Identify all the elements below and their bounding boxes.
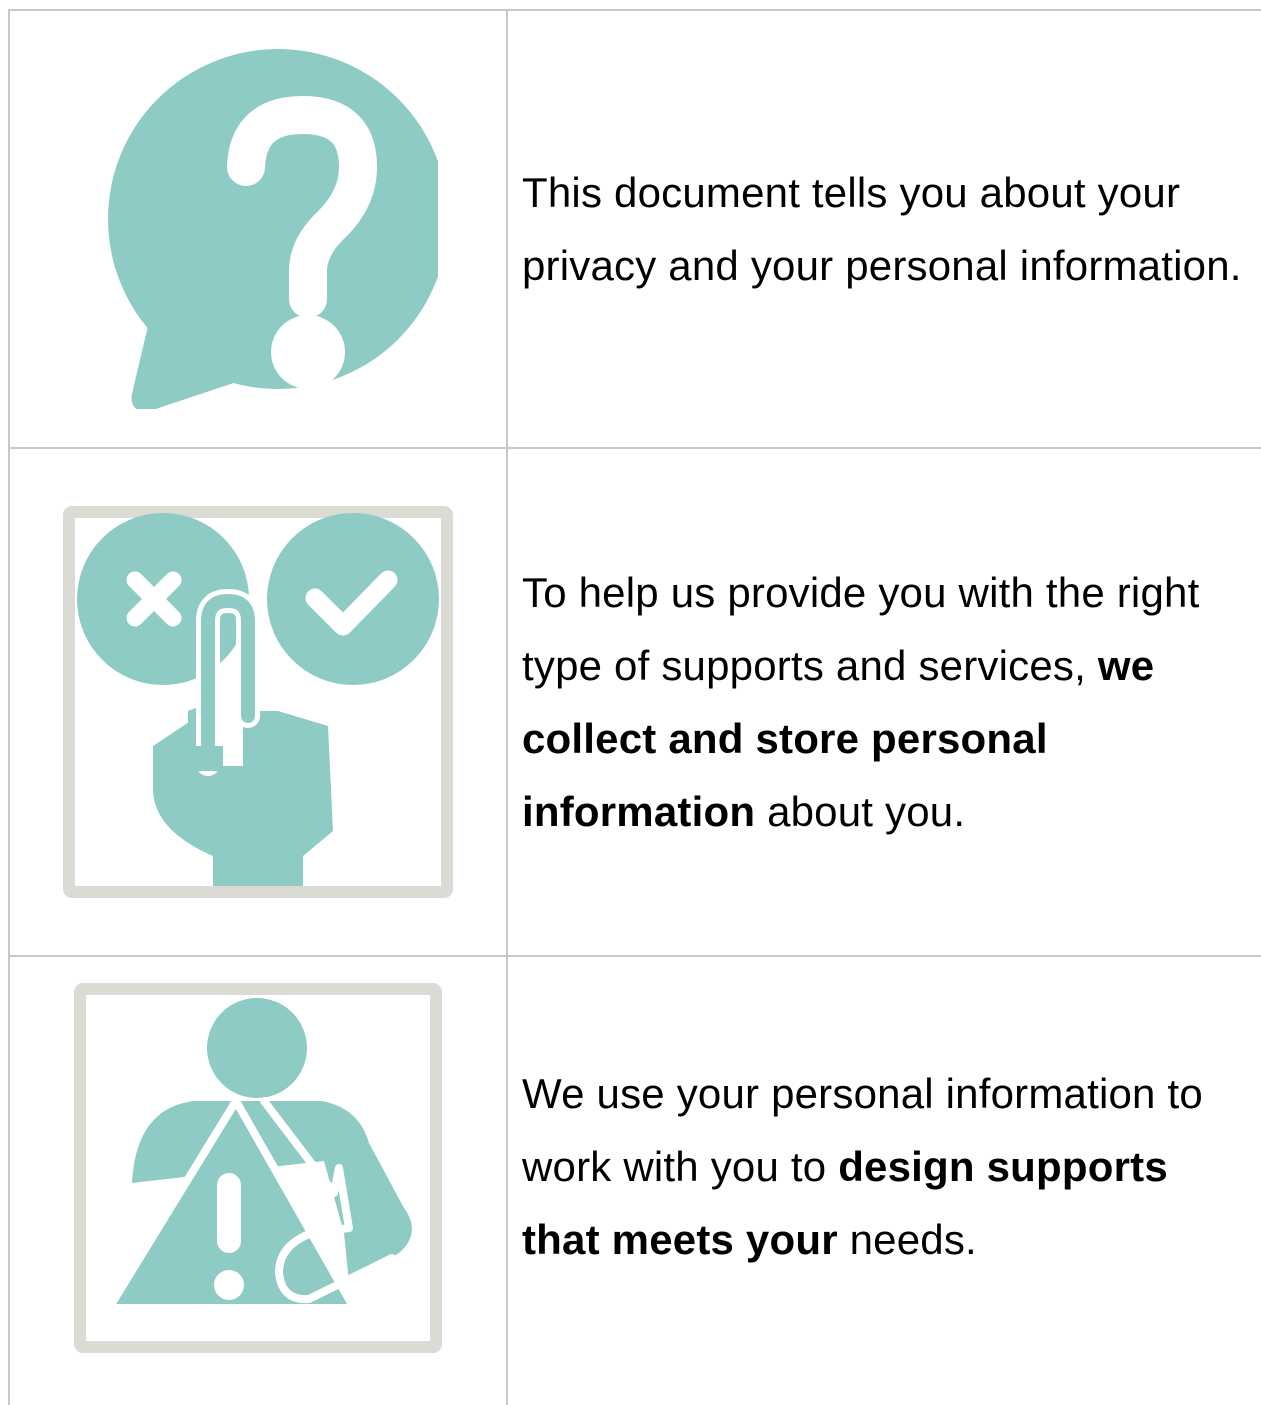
- row-text: To help us provide you with the right ty…: [522, 556, 1247, 848]
- question-speech-bubble-icon: [107, 49, 438, 409]
- table-row: This document tells you about your priva…: [10, 11, 1261, 447]
- row-icon-cell: [10, 11, 505, 447]
- choice-hand-icon: [62, 506, 453, 898]
- row-icon-cell: [10, 449, 505, 955]
- row-text-regular-end: about you.: [767, 788, 966, 835]
- row-text-cell: This document tells you about your priva…: [522, 11, 1247, 447]
- table-row: We use your personal information to work…: [10, 957, 1261, 1405]
- row-text: This document tells you about your priva…: [522, 169, 1242, 289]
- row-text-regular-end: needs.: [849, 1216, 977, 1263]
- person-warning-icon: [73, 983, 442, 1353]
- row-icon-cell: [10, 957, 505, 1405]
- row-text-cell: We use your personal information to work…: [522, 957, 1247, 1405]
- row-text: We use your personal information to work…: [522, 1057, 1247, 1276]
- row-text-cell: To help us provide you with the right ty…: [522, 449, 1247, 955]
- table-row: To help us provide you with the right ty…: [10, 449, 1261, 955]
